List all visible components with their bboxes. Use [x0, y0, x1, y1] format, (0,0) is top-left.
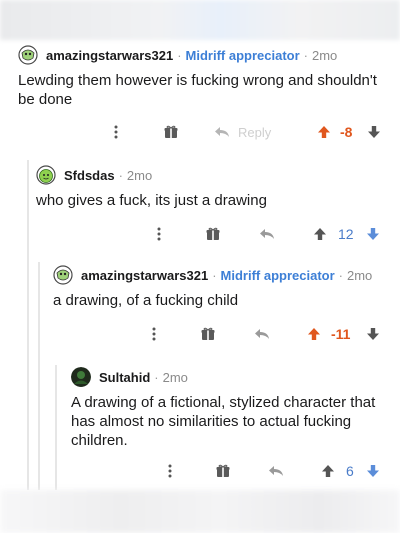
separator: ·	[177, 47, 182, 63]
comment-body: who gives a fuck, its just a drawing	[36, 192, 267, 209]
gift-icon	[206, 227, 220, 240]
reply-button[interactable]: Reply	[214, 122, 271, 142]
reply-label: Reply	[238, 124, 272, 140]
timestamp: 2mo	[162, 369, 188, 385]
comment: Sultahid · 2mo A drawing of a fictional,…	[71, 366, 393, 450]
more-options-button[interactable]	[151, 224, 167, 244]
award-button[interactable]	[162, 122, 180, 142]
avatar[interactable]	[71, 367, 91, 387]
user-flair: Midriff appreciator	[185, 47, 300, 63]
comment: Sfdsdas · 2mo who gives a fuck, its just…	[36, 164, 391, 210]
upvote-button[interactable]	[306, 324, 322, 344]
reply-button[interactable]	[267, 461, 285, 481]
reply-icon	[215, 127, 229, 137]
gift-icon	[216, 464, 230, 477]
avatar[interactable]	[53, 265, 73, 285]
more-options-button[interactable]	[162, 461, 178, 481]
downvote-button[interactable]	[365, 324, 381, 344]
upvote-button[interactable]	[320, 461, 336, 481]
upvote-icon	[314, 228, 326, 240]
more-vertical-icon	[114, 125, 118, 139]
upvote-icon	[318, 126, 330, 138]
comment-actions: -11	[0, 324, 400, 344]
downvote-icon	[367, 328, 379, 340]
vote-score: -8	[340, 124, 353, 140]
reply-button[interactable]	[253, 324, 271, 344]
comment: amazingstarwars321 · Midriff appreciator…	[53, 264, 398, 310]
bottom-blurred-region	[0, 490, 400, 533]
vote-score: 6	[346, 463, 354, 479]
downvote-icon	[368, 126, 380, 138]
username[interactable]: amazingstarwars321	[81, 268, 208, 283]
downvote-button[interactable]	[365, 461, 381, 481]
upvote-button[interactable]	[312, 224, 328, 244]
comment-body: A drawing of a fictional, stylized chara…	[71, 394, 376, 449]
user-flair: Midriff appreciator	[220, 267, 335, 283]
timestamp: 2mo	[126, 167, 153, 183]
vote-score: 12	[338, 226, 354, 242]
comment-header: Sfdsdas · 2mo	[36, 164, 391, 186]
thread-line	[38, 262, 40, 490]
gift-icon	[164, 125, 178, 138]
comment-body: a drawing, of a fucking child	[53, 292, 239, 309]
reply-button[interactable]	[258, 224, 276, 244]
separator: ·	[338, 267, 343, 283]
award-button[interactable]	[214, 461, 232, 481]
timestamp: 2mo	[347, 267, 373, 283]
username[interactable]: Sultahid	[99, 370, 150, 385]
separator: ·	[154, 369, 159, 385]
comment-actions: 6	[0, 461, 400, 481]
separator: ·	[303, 47, 308, 63]
downvote-icon	[367, 228, 379, 240]
more-vertical-icon	[152, 327, 156, 341]
timestamp: 2mo	[312, 47, 338, 63]
gift-icon	[201, 327, 215, 340]
top-blurred-region	[0, 0, 400, 40]
avatar[interactable]	[18, 45, 38, 65]
more-options-button[interactable]	[146, 324, 162, 344]
username[interactable]: amazingstarwars321	[46, 48, 173, 63]
award-button[interactable]	[204, 224, 222, 244]
separator: ·	[118, 167, 123, 183]
comment-actions: 12	[0, 224, 400, 244]
comment-header: amazingstarwars321 · Midriff appreciator…	[18, 44, 393, 66]
more-vertical-icon	[168, 464, 172, 478]
username[interactable]: Sfdsdas	[64, 168, 115, 183]
comment-header: amazingstarwars321 · Midriff appreciator…	[53, 264, 398, 286]
downvote-button[interactable]	[365, 224, 381, 244]
vote-score: -11	[331, 326, 351, 342]
comment-header: Sultahid · 2mo	[71, 366, 393, 388]
reply-icon	[260, 229, 274, 239]
comment-body: Lewding them however is fucking wrong an…	[18, 72, 377, 108]
reply-icon	[269, 466, 283, 476]
upvote-icon	[322, 465, 334, 477]
downvote-button[interactable]	[366, 122, 382, 142]
upvote-button[interactable]	[316, 122, 332, 142]
separator: ·	[212, 267, 217, 283]
more-vertical-icon	[157, 227, 161, 241]
reply-icon	[255, 329, 269, 339]
award-button[interactable]	[199, 324, 217, 344]
more-options-button[interactable]	[108, 122, 124, 142]
avatar[interactable]	[36, 165, 56, 185]
comment: amazingstarwars321 · Midriff appreciator…	[18, 44, 393, 109]
downvote-icon	[367, 465, 379, 477]
upvote-icon	[308, 328, 320, 340]
comment-actions: Reply -8	[0, 122, 400, 142]
